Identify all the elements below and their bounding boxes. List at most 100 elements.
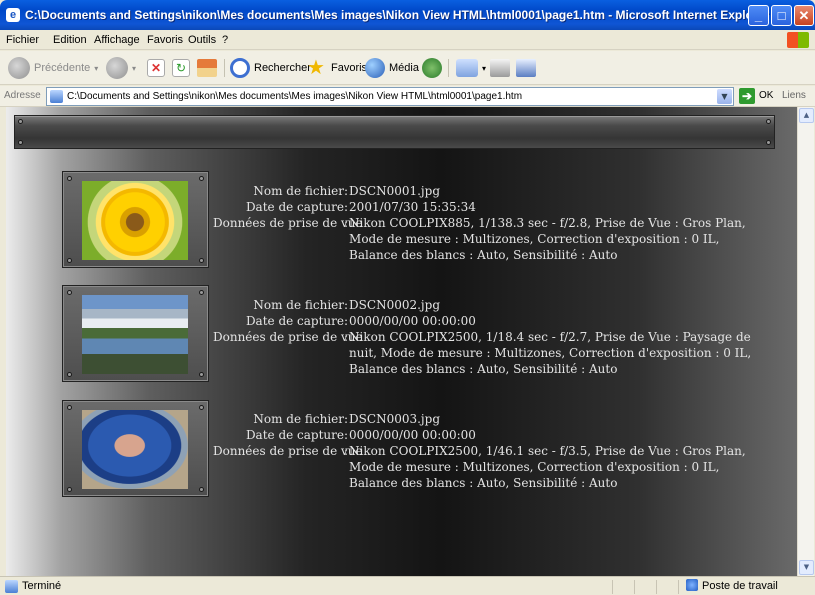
address-url: C:\Documents and Settings\nikon\Mes docu…: [67, 91, 523, 102]
menu-edition[interactable]: Edition: [53, 34, 87, 46]
address-bar: Adresse C:\Documents and Settings\nikon\…: [0, 86, 815, 107]
forward-button[interactable]: ▾: [106, 56, 136, 80]
photo-details: Nom de fichier: DSCN0003.jpg Date de capt…: [213, 411, 753, 491]
screw-icon: [67, 372, 72, 377]
screw-icon: [199, 176, 204, 181]
photo-thumbnail-sunflower[interactable]: [82, 181, 188, 260]
search-label: Rechercher: [254, 62, 311, 74]
screw-icon: [18, 119, 23, 124]
back-label: Précédente: [34, 62, 91, 74]
vertical-scrollbar[interactable]: ▲ ▼: [797, 107, 814, 576]
media-label: Média: [389, 62, 419, 74]
menu-help[interactable]: ?: [222, 34, 228, 46]
capture-date-label: Date de capture: [245, 314, 344, 328]
page-icon: [50, 90, 63, 103]
media-icon: [365, 58, 385, 78]
star-icon: ★: [307, 57, 325, 79]
page-content: Nom de fichier: DSCN0001.jpg Date de capt…: [6, 107, 797, 576]
history-icon: [422, 58, 442, 78]
screw-icon: [67, 176, 72, 181]
home-icon: [197, 59, 217, 77]
menu-outils[interactable]: Outils: [188, 34, 216, 46]
links-button[interactable]: Liens: [782, 90, 806, 101]
search-icon: [230, 58, 250, 78]
screw-icon: [67, 290, 72, 295]
header-banner: [14, 115, 775, 149]
menu-favoris[interactable]: Favoris: [147, 34, 183, 46]
back-button[interactable]: Précédente ▾: [8, 56, 98, 80]
history-button[interactable]: [422, 56, 442, 80]
edit-button[interactable]: [516, 56, 536, 80]
file-name-label: Nom de fichier: [253, 298, 344, 312]
menu-bar: Fichier Edition Affichage Favoris Outils…: [0, 30, 815, 50]
mail-icon: [456, 59, 478, 77]
shot-data-label: Données de prise de vue: [213, 330, 363, 344]
home-button[interactable]: [197, 56, 217, 80]
screw-icon: [199, 372, 204, 377]
back-arrow-icon: [8, 57, 30, 79]
chevron-down-icon: ▾: [482, 63, 487, 73]
status-divider: [656, 580, 657, 594]
windows-logo-icon: [787, 32, 809, 48]
go-button[interactable]: OK: [759, 90, 773, 101]
mail-button[interactable]: ▾: [456, 56, 486, 80]
ie-icon: e: [6, 8, 20, 22]
address-label: Adresse: [4, 90, 41, 101]
toolbar-separator: [448, 59, 449, 77]
shot-data-value: Nikon COOLPIX2500, 1/18.4 sec - f/2.7, P…: [349, 330, 752, 376]
file-name-label: Nom de fichier: [253, 412, 344, 426]
status-divider: [634, 580, 635, 594]
shot-data-label: Données de prise de vue: [213, 444, 363, 458]
favorites-button[interactable]: ★ Favoris: [305, 56, 367, 80]
computer-zone-icon: [686, 579, 698, 591]
screw-icon: [67, 258, 72, 263]
print-button[interactable]: [490, 56, 510, 80]
screw-icon: [766, 140, 771, 145]
status-divider: [678, 580, 679, 594]
screw-icon: [67, 487, 72, 492]
printer-icon: [490, 59, 510, 77]
screw-icon: [766, 119, 771, 124]
edit-page-icon: [516, 59, 536, 77]
capture-date-value: 0000/00/00 00:00:00: [349, 314, 476, 328]
photo-thumbnail-bowl[interactable]: [82, 410, 188, 489]
minimize-button[interactable]: _: [748, 5, 769, 26]
scroll-up-button[interactable]: ▲: [799, 108, 814, 123]
capture-date-label: Date de capture: [245, 428, 344, 442]
stop-icon: ✕: [147, 59, 165, 77]
close-button[interactable]: ✕: [794, 5, 814, 26]
refresh-button[interactable]: ↻: [172, 56, 190, 80]
chevron-down-icon: ▾: [132, 63, 137, 73]
capture-date-label: Date de capture: [245, 200, 344, 214]
screw-icon: [199, 290, 204, 295]
window-title: C:\Documents and Settings\nikon\Mes docu…: [25, 8, 769, 22]
photo-details: Nom de fichier: DSCN0001.jpg Date de capt…: [213, 183, 753, 263]
screw-icon: [18, 140, 23, 145]
page-done-icon: [5, 580, 18, 593]
address-dropdown-button[interactable]: ▼: [717, 89, 732, 104]
forward-arrow-icon: [106, 57, 128, 79]
maximize-button[interactable]: □: [771, 5, 792, 26]
search-button[interactable]: Rechercher: [230, 56, 311, 80]
status-bar: Terminé Poste de travail: [0, 576, 815, 595]
file-name-label: Nom de fichier: [253, 184, 344, 198]
title-bar: e C:\Documents and Settings\nikon\Mes do…: [0, 0, 815, 30]
file-name-value: DSCN0003.jpg: [349, 412, 441, 426]
file-name-value: DSCN0001.jpg: [349, 184, 441, 198]
stop-button[interactable]: ✕: [147, 56, 165, 80]
shot-data-value: Nikon COOLPIX2500, 1/46.1 sec - f/3.5, P…: [349, 444, 746, 490]
screw-icon: [199, 258, 204, 263]
photo-thumbnail-landscape[interactable]: [82, 295, 188, 374]
scroll-down-button[interactable]: ▼: [799, 560, 814, 575]
capture-date-value: 2001/07/30 15:35:34: [349, 200, 476, 214]
status-text: Terminé: [22, 580, 62, 592]
media-button[interactable]: Média: [365, 56, 419, 80]
go-arrow-icon[interactable]: ➔: [739, 88, 755, 104]
photo-frame: [62, 400, 209, 497]
shot-data-value: Nikon COOLPIX885, 1/138.3 sec - f/2.8, P…: [349, 216, 746, 262]
toolbar: Précédente ▾ ▾ ✕ ↻ Rechercher ★ Favoris …: [0, 51, 815, 85]
menu-affichage[interactable]: Affichage: [94, 34, 140, 46]
toolbar-separator: [224, 59, 225, 77]
address-input[interactable]: C:\Documents and Settings\nikon\Mes docu…: [46, 87, 734, 106]
menu-fichier[interactable]: Fichier: [6, 34, 39, 46]
